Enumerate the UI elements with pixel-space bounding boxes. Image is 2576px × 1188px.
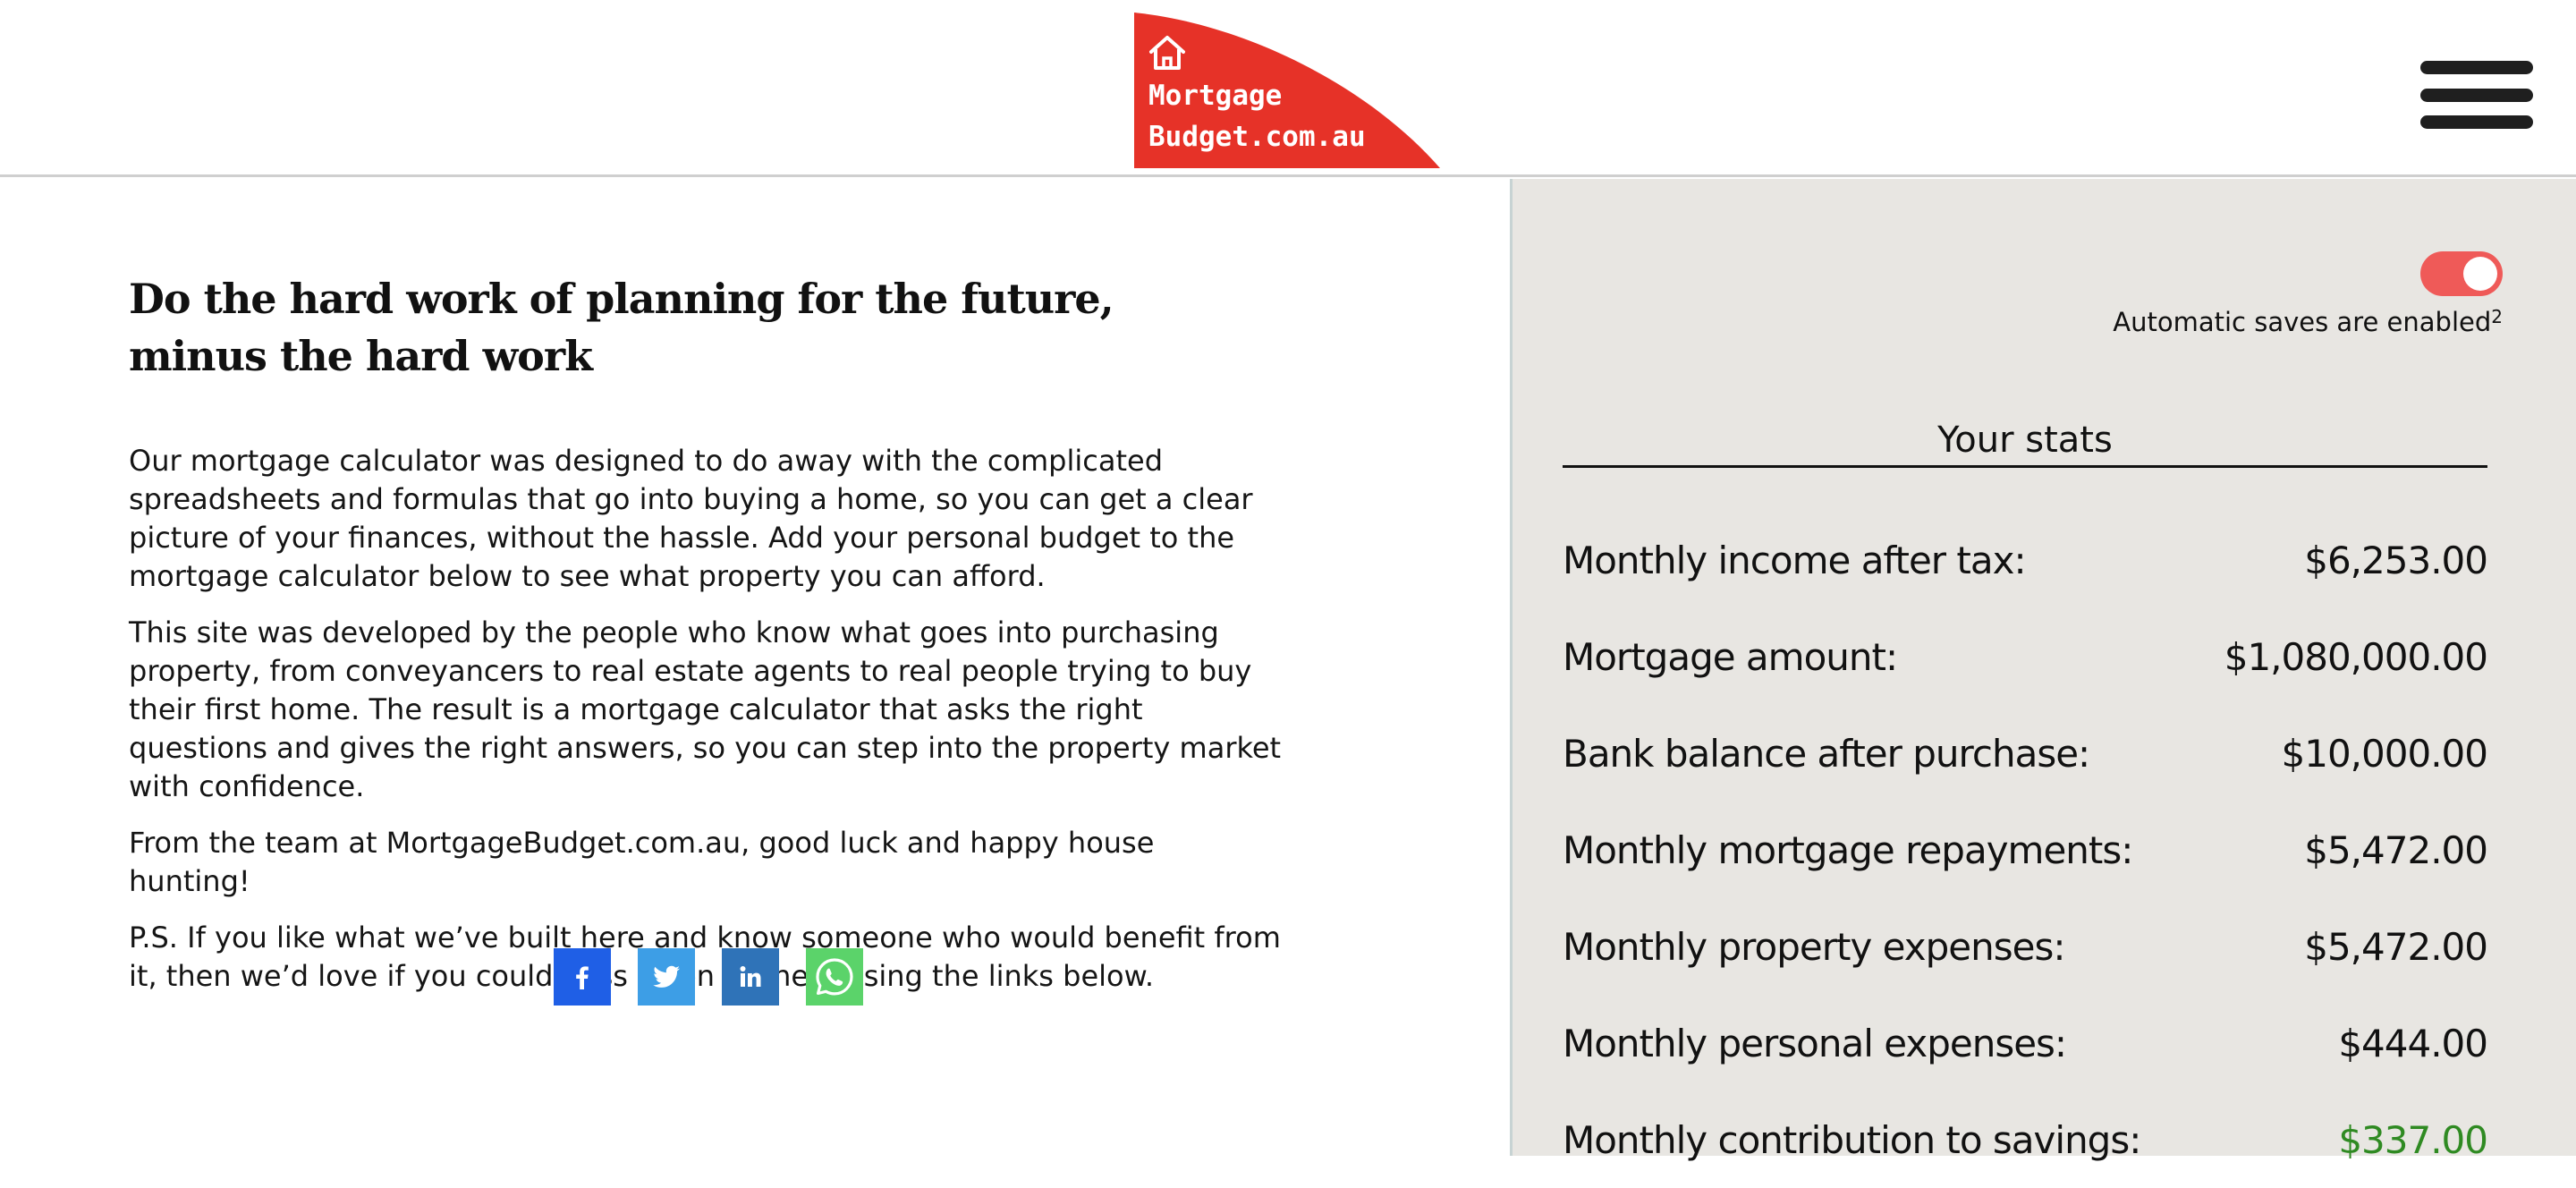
stat-label: Bank balance after purchase:	[1563, 731, 2090, 776]
toggle-knob	[2463, 257, 2497, 291]
stat-value: $5,472.00	[2304, 924, 2488, 969]
stat-value: $337.00	[2338, 1117, 2488, 1162]
stat-value: $1,080,000.00	[2224, 634, 2488, 679]
autosave-status: Automatic saves are enabled2	[2113, 304, 2503, 340]
menu-bar	[2420, 61, 2533, 74]
headline-line-2: minus the hard work	[129, 332, 593, 380]
stat-row-mortgage-repayments: Monthly mortgage repayments: $5,472.00	[1563, 802, 2488, 898]
hamburger-menu-icon[interactable]	[2420, 61, 2533, 129]
intro-paragraph: Our mortgage calculator was designed to …	[129, 444, 1253, 593]
logo-line2: Budget.com.au	[1148, 121, 1366, 153]
stat-value: $10,000.00	[2281, 731, 2488, 776]
stat-label: Monthly personal expenses:	[1563, 1021, 2067, 1065]
logo-text: Mortgage Budget.com.au	[1148, 75, 1366, 157]
stat-value: $6,253.00	[2304, 538, 2488, 582]
page-headline: Do the hard work of planning for the fut…	[129, 270, 1283, 385]
stat-row-savings-contribution: Monthly contribution to savings: $337.00	[1563, 1091, 2488, 1188]
headline-line-1: Do the hard work of planning for the fut…	[129, 275, 1114, 323]
linkedin-share-button[interactable]	[722, 948, 779, 1006]
house-icon	[1147, 32, 1188, 73]
stat-label: Monthly property expenses:	[1563, 924, 2065, 969]
intro-paragraph: This site was developed by the people wh…	[129, 615, 1282, 803]
site-logo[interactable]: Mortgage Budget.com.au	[1134, 13, 1440, 168]
facebook-share-button[interactable]	[554, 948, 611, 1006]
stat-row-monthly-income: Monthly income after tax: $6,253.00	[1563, 512, 2488, 608]
linkedin-icon	[740, 966, 761, 987]
intro-paragraph: From the team at MortgageBudget.com.au, …	[129, 826, 1155, 898]
menu-bar	[2420, 115, 2533, 129]
intro-section: Do the hard work of planning for the fut…	[129, 270, 1283, 1014]
stat-label: Monthly mortgage repayments:	[1563, 827, 2133, 872]
whatsapp-icon	[816, 958, 853, 996]
stat-label: Mortgage amount:	[1563, 634, 1898, 679]
stat-value: $5,472.00	[2304, 827, 2488, 872]
stat-label: Monthly income after tax:	[1563, 538, 2027, 582]
twitter-share-button[interactable]	[638, 948, 695, 1006]
stat-value: $444.00	[2338, 1021, 2488, 1065]
stat-row-personal-expenses: Monthly personal expenses: $444.00	[1563, 995, 2488, 1091]
logo-line1: Mortgage	[1148, 80, 1283, 112]
autosave-footnote: 2	[2491, 306, 2503, 327]
menu-bar	[2420, 88, 2533, 102]
stat-label: Monthly contribution to savings:	[1563, 1117, 2141, 1162]
site-header: Mortgage Budget.com.au	[0, 0, 2576, 177]
stat-row-property-expenses: Monthly property expenses: $5,472.00	[1563, 898, 2488, 995]
autosave-label: Automatic saves are enabled	[2113, 307, 2492, 337]
stats-title: Your stats	[1563, 417, 2487, 468]
whatsapp-share-button[interactable]	[806, 948, 863, 1006]
twitter-icon	[653, 965, 680, 988]
social-share-links	[554, 948, 863, 1006]
stats-list: Monthly income after tax: $6,253.00 Mort…	[1563, 512, 2488, 1188]
facebook-icon	[576, 966, 589, 989]
stat-row-mortgage-amount: Mortgage amount: $1,080,000.00	[1563, 608, 2488, 705]
autosave-toggle[interactable]	[2420, 251, 2503, 296]
stat-row-bank-balance: Bank balance after purchase: $10,000.00	[1563, 705, 2488, 802]
